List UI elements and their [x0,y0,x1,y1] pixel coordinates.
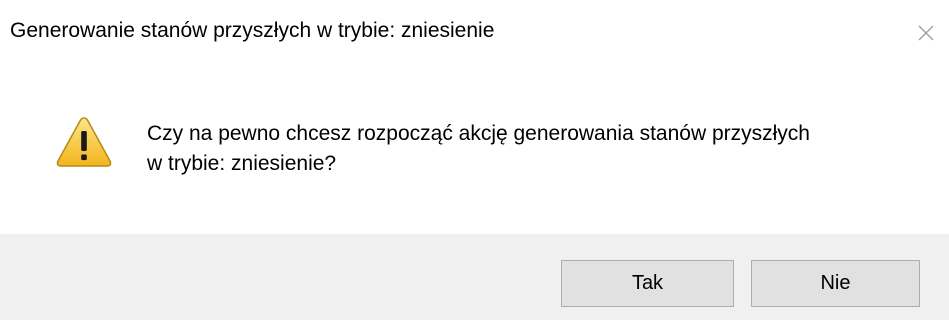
yes-button[interactable]: Tak [561,260,734,307]
button-bar: Tak Nie [0,234,949,320]
message-dialog: Generowanie stanów przyszłych w trybie: … [0,0,949,320]
warning-icon [56,116,112,168]
close-icon [918,25,934,41]
message-line-1: Czy na pewno chcesz rozpocząć akcję gene… [147,122,810,145]
close-button[interactable] [903,0,949,66]
dialog-title: Generowanie stanów przyszłych w trybie: … [10,19,495,42]
title-bar[interactable]: Generowanie stanów przyszłych w trybie: … [0,0,949,68]
message-line-2: w trybie: zniesienie? [147,152,337,175]
no-button[interactable]: Nie [751,260,920,307]
dialog-message: Czy na pewno chcesz rozpocząć akcję gene… [147,119,907,179]
dialog-body: Czy na pewno chcesz rozpocząć akcję gene… [0,68,949,234]
